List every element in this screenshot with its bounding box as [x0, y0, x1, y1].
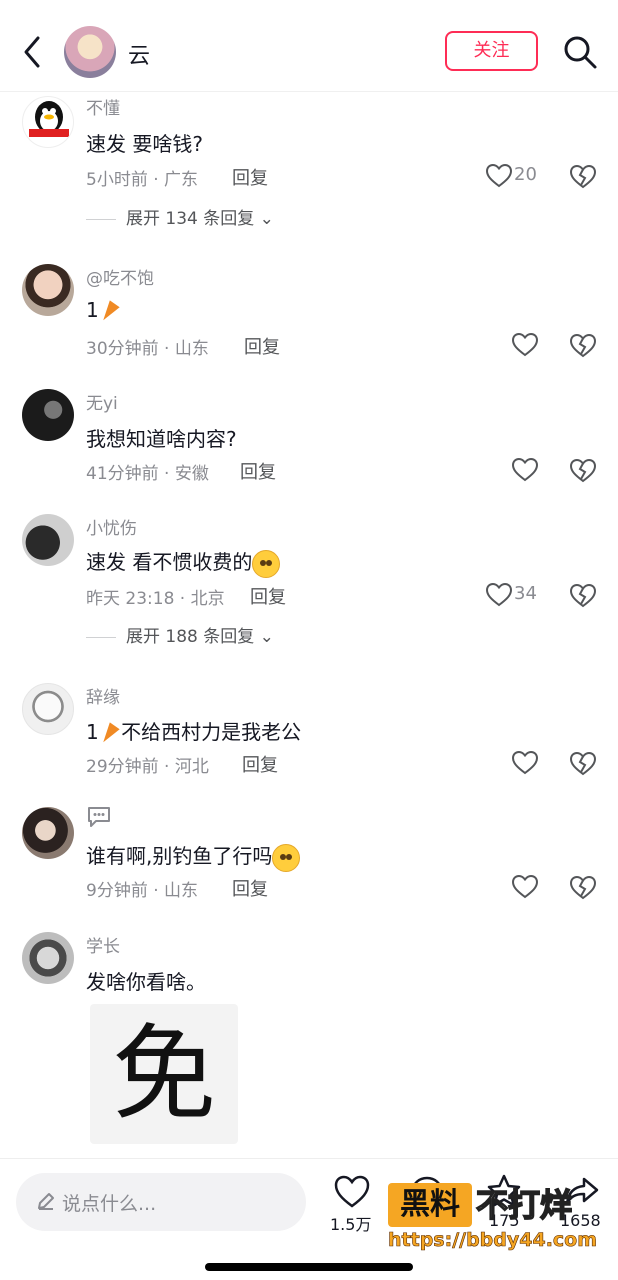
reply-button[interactable]: 回复: [232, 875, 268, 901]
heart-icon[interactable]: [486, 164, 512, 188]
comment-username[interactable]: 学长: [86, 932, 120, 957]
comment-text: 1 不给西村力是我老公: [86, 716, 302, 746]
comment-meta: 5小时前 · 广东: [86, 170, 199, 190]
comment-text-suffix: 不给西村力是我老公: [114, 720, 302, 744]
smiling-emoji-icon: [252, 549, 281, 578]
reply-button[interactable]: 回复: [240, 458, 276, 484]
comment-meta: 29分钟前 · 河北: [86, 757, 209, 777]
reply-button[interactable]: 回复: [250, 583, 286, 609]
commenter-avatar[interactable]: [22, 683, 74, 735]
comment-text-value: 谁有啊,别钓鱼了行吗: [86, 844, 273, 868]
back-arrow-icon[interactable]: [20, 34, 48, 70]
divider-line: [86, 636, 116, 638]
heart-icon[interactable]: [486, 583, 512, 607]
comment-meta: 41分钟前 · 安徽: [86, 464, 209, 484]
penguin-avatar-icon: [29, 101, 69, 137]
expand-replies[interactable]: 展开 188 条回复 ⌄: [86, 622, 274, 647]
commenter-avatar[interactable]: [22, 389, 74, 441]
watermark-left-text: 黑料: [388, 1183, 472, 1227]
home-indicator[interactable]: [205, 1263, 413, 1271]
pencil-icon: [38, 1193, 54, 1210]
comment-meta: 30分钟前 · 山东: [86, 339, 209, 359]
comment-username[interactable]: 小忧伤: [86, 514, 137, 539]
watermark-right-text: 不打烊: [475, 1185, 573, 1225]
follow-button[interactable]: 关注: [445, 31, 538, 71]
comment-text: 我想知道啥内容?: [86, 427, 237, 451]
expand-replies-label: 展开 134 条回复: [126, 209, 255, 229]
comment-input-placeholder: 说点什么...: [62, 1193, 157, 1215]
commenter-avatar[interactable]: [22, 264, 74, 316]
broken-heart-icon[interactable]: [570, 164, 596, 190]
broken-heart-icon[interactable]: [570, 751, 596, 777]
comment-username[interactable]: 无yi: [86, 389, 118, 414]
expand-replies-label: 展开 188 条回复: [126, 627, 255, 647]
heart-icon[interactable]: [334, 1175, 370, 1209]
commenter-avatar[interactable]: [22, 807, 74, 859]
heart-icon[interactable]: [512, 751, 538, 775]
watermark-logo: 黑料 不打烊 https://bbdy44.com: [388, 1183, 614, 1259]
author-name[interactable]: 云: [128, 38, 150, 70]
comment-text: 速发 要啥钱?: [86, 132, 203, 156]
grinning-emoji-icon: [272, 843, 301, 872]
comment-list[interactable]: 不懂 速发 要啥钱? 5小时前 · 广东 回复 20 展开 134 条回复 ⌄ …: [0, 92, 618, 1158]
comment-text-value: 1: [86, 298, 99, 322]
like-count: 1.5万: [330, 1215, 372, 1234]
header-bar: 云 关注: [0, 0, 618, 92]
chevron-down-icon: ⌄: [259, 209, 274, 229]
comment-text: 1: [86, 298, 120, 324]
comment-text-value: 速发 看不惯收费的: [86, 550, 253, 574]
comment-text: 速发 看不惯收费的: [86, 546, 281, 578]
reply-button[interactable]: 回复: [244, 333, 280, 359]
comment-meta: 9分钟前 · 山东: [86, 881, 199, 901]
comment-meta: 昨天 23:18 · 北京: [86, 589, 225, 609]
search-icon[interactable]: [562, 34, 598, 70]
chevron-down-icon: ⌄: [259, 627, 274, 647]
expand-replies[interactable]: 展开 134 条回复 ⌄: [86, 204, 274, 229]
comment-text: 发啥你看啥。: [86, 970, 206, 994]
heart-icon[interactable]: [512, 875, 538, 899]
reply-button[interactable]: 回复: [242, 751, 278, 777]
heart-icon[interactable]: [512, 333, 538, 357]
broken-heart-icon[interactable]: [570, 458, 596, 484]
like-count: 34: [514, 583, 537, 604]
comment-username[interactable]: @吃不饱: [86, 264, 154, 289]
comment-username[interactable]: 辞缘: [86, 683, 120, 708]
comment-input[interactable]: 说点什么...: [16, 1173, 306, 1231]
carrot-emoji-icon: [98, 299, 120, 324]
comment-text-prefix: 1: [86, 720, 99, 744]
broken-heart-icon[interactable]: [570, 333, 596, 359]
broken-heart-icon[interactable]: [570, 583, 596, 609]
commenter-avatar[interactable]: [22, 932, 74, 984]
heart-icon[interactable]: [512, 458, 538, 482]
reply-button[interactable]: 回复: [232, 164, 268, 190]
speech-bubble-icon: [88, 807, 110, 827]
watermark-url: https://bbdy44.com: [388, 1229, 598, 1252]
like-count: 20: [514, 164, 537, 185]
commenter-avatar[interactable]: [22, 96, 74, 148]
divider-line: [86, 218, 116, 220]
comment-text: 谁有啊,别钓鱼了行吗: [86, 840, 301, 872]
author-avatar[interactable]: [64, 26, 116, 78]
commenter-avatar[interactable]: [22, 514, 74, 566]
sticker-image[interactable]: 免: [90, 1004, 238, 1144]
broken-heart-icon[interactable]: [570, 875, 596, 901]
comment-username[interactable]: 不懂: [86, 94, 120, 119]
